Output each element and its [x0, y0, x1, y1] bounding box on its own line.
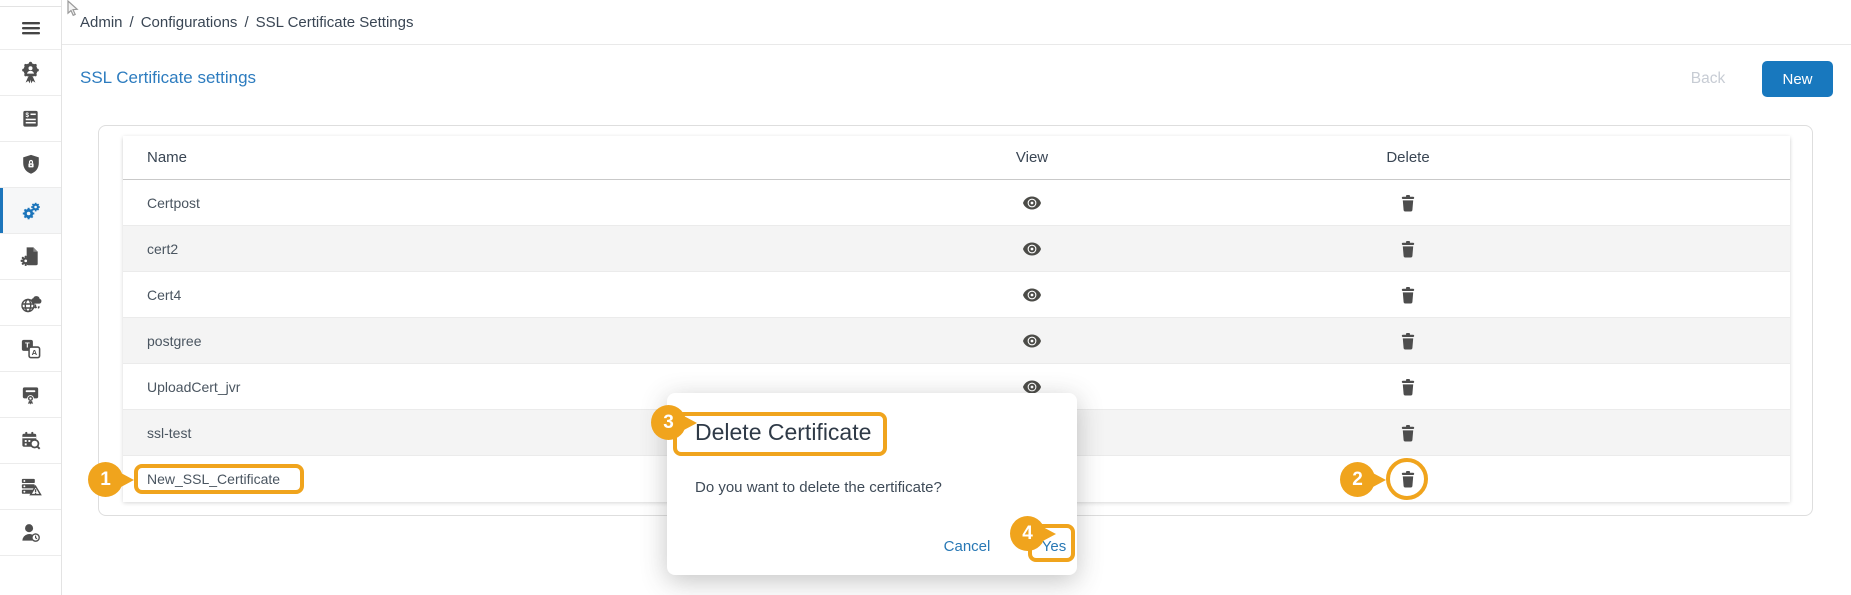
breadcrumb-separator: /	[244, 14, 248, 31]
certificate-name: Certpost	[123, 195, 200, 211]
view-button[interactable]	[972, 318, 1092, 364]
network-globe-icon	[19, 291, 43, 315]
annotation-step-number: 4	[1022, 523, 1033, 545]
sidebar-item-billing-document[interactable]: $	[0, 96, 61, 142]
dialog-message: Do you want to delete the certificate?	[695, 479, 942, 496]
annotation-step-number: 2	[1352, 469, 1363, 491]
certificate-board-icon	[19, 383, 42, 406]
quality-badge-icon	[19, 61, 42, 84]
annotation-step-badge: 1	[88, 462, 123, 497]
sidebar-item-user-session[interactable]	[0, 510, 61, 556]
security-shield-icon	[20, 153, 42, 176]
delete-button[interactable]	[1348, 364, 1468, 410]
sidebar-item-menu[interactable]	[0, 6, 61, 50]
breadcrumb-item-configurations[interactable]: Configurations	[141, 14, 238, 31]
sidebar-item-network-globe[interactable]	[0, 280, 61, 326]
trash-icon	[1401, 287, 1415, 304]
view-button[interactable]	[972, 180, 1092, 226]
sidebar-item-translation[interactable]: T A	[0, 326, 61, 372]
annotation-step-badge: 2	[1340, 462, 1375, 497]
svg-text:A: A	[32, 348, 38, 357]
sidebar-item-quality-badge[interactable]	[0, 50, 61, 96]
trash-icon	[1401, 241, 1415, 258]
new-button[interactable]: New	[1762, 61, 1833, 97]
trash-icon	[1401, 333, 1415, 350]
sidebar-item-system-file[interactable]	[0, 234, 61, 280]
breadcrumb-item-current: SSL Certificate Settings	[256, 14, 414, 31]
table-row: Certpost	[123, 180, 1790, 226]
annotation-step-number: 3	[663, 412, 674, 434]
svg-text:$: $	[26, 112, 30, 119]
mouse-cursor-icon	[66, 0, 80, 23]
delete-certificate-dialog: Delete Certificate Do you want to delete…	[667, 393, 1077, 575]
sidebar-item-certificate-board[interactable]	[0, 372, 61, 418]
trash-icon	[1401, 425, 1415, 442]
schedule-search-icon	[19, 429, 42, 452]
trash-icon	[1401, 379, 1415, 396]
column-header-name: Name	[123, 149, 187, 166]
translation-icon: T A	[19, 337, 42, 360]
view-button[interactable]	[972, 226, 1092, 272]
column-header-view: View	[972, 149, 1092, 166]
certificate-name: UploadCert_jvr	[123, 379, 240, 395]
eye-icon	[1022, 242, 1042, 256]
sidebar: $	[0, 0, 62, 595]
annotation-step-number: 1	[100, 469, 111, 491]
annotation-step-badge: 4	[1010, 516, 1045, 551]
server-alert-icon	[19, 475, 42, 498]
settings-gears-icon	[19, 199, 43, 223]
page-title: SSL Certificate settings	[80, 68, 256, 88]
system-file-icon	[19, 245, 42, 268]
delete-button[interactable]	[1348, 226, 1468, 272]
trash-icon	[1401, 471, 1415, 488]
back-button[interactable]: Back	[1686, 70, 1730, 88]
delete-button[interactable]	[1348, 272, 1468, 318]
delete-button[interactable]	[1348, 180, 1468, 226]
breadcrumb-item-admin[interactable]: Admin	[80, 14, 123, 31]
sidebar-item-settings-gears[interactable]	[0, 188, 61, 234]
annotation-step-badge: 3	[651, 405, 686, 440]
breadcrumb-bar: Admin / Configurations / SSL Certificate…	[62, 0, 1851, 45]
sidebar-item-server-alert[interactable]	[0, 464, 61, 510]
breadcrumb-separator: /	[130, 14, 134, 31]
table-header: Name View Delete	[123, 136, 1790, 180]
sidebar-item-security-shield[interactable]	[0, 142, 61, 188]
cancel-button[interactable]: Cancel	[927, 538, 1007, 555]
delete-button[interactable]	[1348, 318, 1468, 364]
view-button[interactable]	[972, 272, 1092, 318]
hamburger-menu-icon	[19, 16, 43, 40]
column-header-delete: Delete	[1348, 149, 1468, 166]
trash-icon	[1401, 195, 1415, 212]
eye-icon	[1022, 334, 1042, 348]
sidebar-item-schedule-search[interactable]	[0, 418, 61, 464]
dialog-title: Delete Certificate	[695, 419, 871, 446]
certificate-name: ssl-test	[123, 425, 191, 441]
certificate-name: postgree	[123, 333, 201, 349]
eye-icon	[1022, 380, 1042, 394]
billing-document-icon: $	[19, 107, 42, 130]
table-row: cert2	[123, 226, 1790, 272]
eye-icon	[1022, 288, 1042, 302]
certificate-name: Cert4	[123, 287, 181, 303]
table-row: postgree	[123, 318, 1790, 364]
certificate-name: cert2	[123, 241, 178, 257]
user-session-icon	[19, 521, 42, 544]
delete-button[interactable]	[1348, 410, 1468, 456]
eye-icon	[1022, 196, 1042, 210]
table-row: Cert4	[123, 272, 1790, 318]
certificate-name: New_SSL_Certificate	[123, 471, 280, 487]
